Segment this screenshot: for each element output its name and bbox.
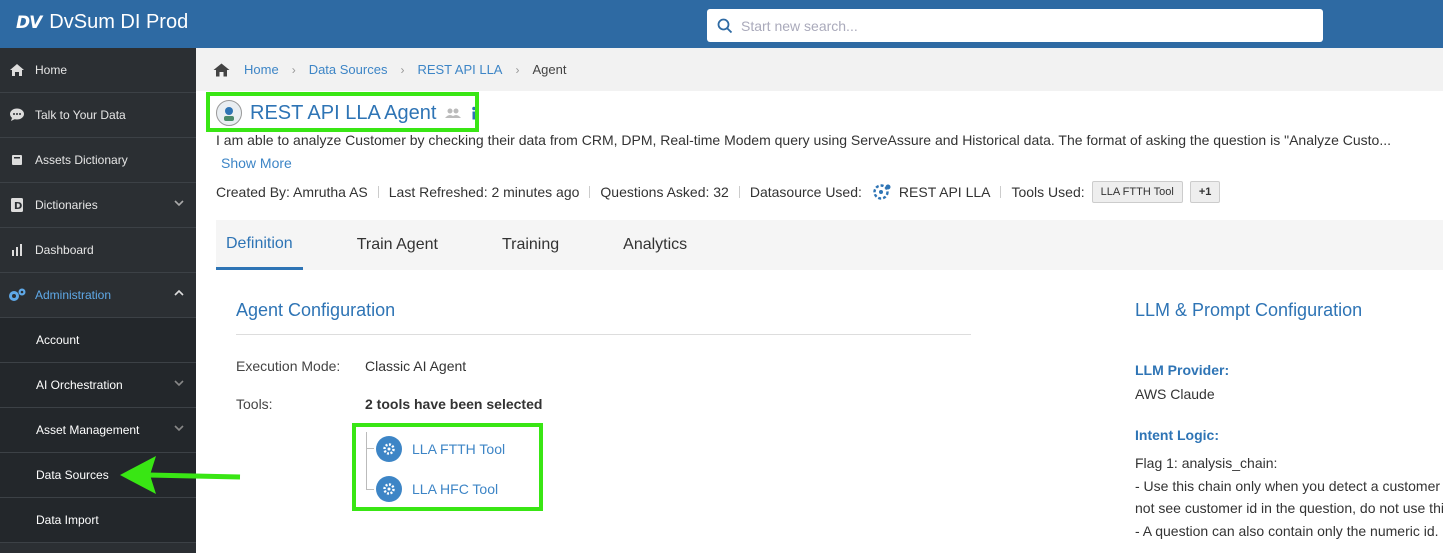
- agent-config-title: Agent Configuration: [236, 300, 396, 320]
- top-bar: DV DvSum DI Prod: [0, 0, 1443, 48]
- highlight-tools-box: [352, 423, 543, 511]
- breadcrumb: Home › Data Sources › REST API LLA › Age…: [196, 48, 1443, 91]
- intent-logic-label: Intent Logic:: [1135, 427, 1219, 443]
- section-divider: [236, 334, 971, 335]
- global-search[interactable]: [707, 9, 1323, 42]
- agent-description: I am able to analyze Customer by checkin…: [216, 132, 1392, 148]
- chat-icon: [7, 108, 27, 122]
- intent-line: not see customer id in the question, do …: [1135, 500, 1443, 516]
- execution-mode-value: Classic AI Agent: [365, 358, 467, 374]
- sidebar-item-label: Assets Dictionary: [35, 153, 128, 167]
- datasource-value[interactable]: REST API LLA: [899, 184, 991, 200]
- agent-meta: Created By: Amrutha AS Last Refreshed: 2…: [216, 180, 1221, 204]
- tools-selected-count: 2 tools have been selected: [365, 396, 543, 412]
- intent-line: - A question can also contain only the n…: [1135, 522, 1439, 539]
- tab-training[interactable]: Training: [492, 220, 569, 270]
- sidebar-item-label: Administration: [35, 288, 112, 302]
- last-refreshed: Last Refreshed: 2 minutes ago: [388, 184, 580, 200]
- intent-logic-text: Flag 1: analysis_chain: - Use this chain…: [1135, 452, 1443, 542]
- sidebar-item-administration[interactable]: Administration: [0, 273, 196, 318]
- svg-text:D: D: [14, 201, 22, 212]
- datasource-icon: [873, 184, 891, 200]
- tools-label: Tools:: [236, 396, 273, 412]
- llm-provider-label: LLM Provider:: [1135, 362, 1230, 378]
- sidebar-item-talk-to-your-data[interactable]: Talk to Your Data: [0, 93, 196, 138]
- home-icon[interactable]: [213, 63, 230, 77]
- sidebar-subitem-label: AI Orchestration: [36, 378, 123, 392]
- tool-chip[interactable]: LLA FTTH Tool: [1091, 181, 1183, 203]
- breadcrumb-home[interactable]: Home: [244, 62, 279, 77]
- tab-train-agent[interactable]: Train Agent: [347, 220, 448, 270]
- app-logo[interactable]: DV DvSum DI Prod: [16, 11, 188, 34]
- breadcrumb-rest-api-lla[interactable]: REST API LLA: [417, 62, 502, 77]
- questions-asked: Questions Asked: 32: [600, 184, 729, 200]
- tab-definition[interactable]: Definition: [216, 220, 303, 270]
- agent-tabs: Definition Train Agent Training Analytic…: [216, 220, 1443, 270]
- show-more-link[interactable]: Show More: [221, 155, 292, 171]
- sidebar-subitem-label: Data Import: [36, 513, 99, 527]
- sidebar-subitem-asset-management[interactable]: Asset Management: [0, 408, 196, 453]
- search-icon: [717, 18, 733, 33]
- sidebar-item-label: Dictionaries: [35, 198, 98, 212]
- llm-config-title: LLM & Prompt Configuration: [1135, 300, 1363, 320]
- tools-used-label: Tools Used:: [1011, 184, 1085, 200]
- intent-line: - Use this chain only when you detect a …: [1135, 477, 1441, 494]
- breadcrumb-current: Agent: [532, 62, 567, 77]
- sidebar-subitem-label: Asset Management: [36, 423, 140, 437]
- sidebar-item-assets-dictionary[interactable]: Assets Dictionary: [0, 138, 196, 183]
- sidebar-subitem-label: Data Sources: [36, 468, 109, 482]
- sidebar-item-label: Home: [35, 63, 68, 77]
- chevron-right-icon: ›: [291, 62, 296, 77]
- chevron-right-icon: ›: [515, 62, 520, 77]
- execution-mode-label: Execution Mode:: [236, 358, 341, 374]
- divider: [738, 186, 740, 198]
- sidebar-subitem-ai-orchestration[interactable]: AI Orchestration: [0, 363, 196, 408]
- logo-mark: DV: [16, 12, 42, 33]
- bar-chart-icon: [7, 244, 27, 256]
- sidebar-item-home[interactable]: Home: [0, 48, 196, 93]
- search-input[interactable]: [741, 17, 1301, 34]
- gears-icon: [7, 287, 27, 303]
- app-title: DvSum DI Prod: [49, 11, 189, 33]
- intent-line: Flag 1: analysis_chain:: [1135, 455, 1278, 471]
- chevron-down-icon[interactable]: [174, 199, 184, 207]
- tab-analytics[interactable]: Analytics: [613, 220, 697, 270]
- annotation-arrow-icon: [120, 456, 241, 494]
- divider: [589, 186, 591, 198]
- chevron-down-icon[interactable]: [174, 379, 184, 387]
- divider: [1000, 186, 1002, 198]
- llm-provider-value: AWS Claude: [1135, 386, 1215, 402]
- sidebar-item-dashboard[interactable]: Dashboard: [0, 228, 196, 273]
- sidebar-item-dictionaries[interactable]: D Dictionaries: [0, 183, 196, 228]
- sidebar-subitem-data-import[interactable]: Data Import: [0, 498, 196, 543]
- breadcrumb-data-sources[interactable]: Data Sources: [309, 62, 388, 77]
- chevron-right-icon: ›: [400, 62, 405, 77]
- chevron-up-icon[interactable]: [174, 289, 184, 297]
- more-tools-chip[interactable]: +1: [1189, 181, 1221, 203]
- highlight-title-box: [206, 92, 479, 132]
- dictionary-icon: D: [7, 197, 27, 213]
- book-icon: [7, 153, 27, 167]
- datasource-label: Datasource Used:: [749, 184, 862, 200]
- sidebar-subitem-account[interactable]: Account: [0, 318, 196, 363]
- sidebar-item-label: Talk to Your Data: [35, 108, 126, 122]
- sidebar-item-label: Dashboard: [35, 243, 94, 257]
- home-icon: [7, 63, 27, 77]
- sidebar-subitem-label: Account: [36, 333, 80, 347]
- created-by: Created By: Amrutha AS: [216, 184, 368, 200]
- chevron-down-icon[interactable]: [174, 424, 184, 432]
- divider: [377, 186, 379, 198]
